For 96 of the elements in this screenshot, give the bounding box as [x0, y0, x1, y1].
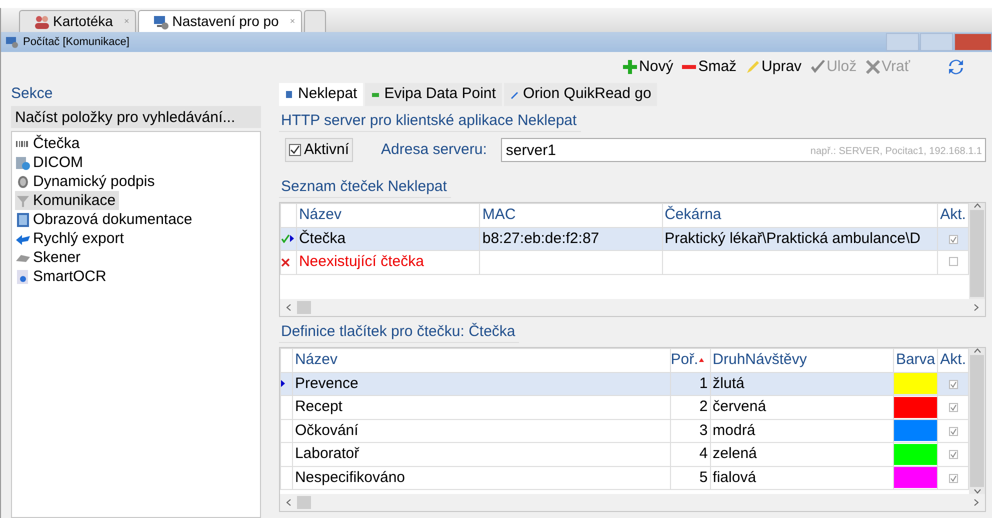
section-item[interactable]: Dynamický podpis: [15, 172, 158, 191]
sort-indicator-icon: [699, 358, 704, 362]
section-item[interactable]: Skener: [15, 248, 84, 267]
vertical-scrollbar[interactable]: [969, 203, 985, 299]
column-header[interactable]: Čekárna: [662, 204, 938, 227]
scroll-right-icon[interactable]: [974, 304, 979, 311]
group-heading: HTTP server pro klientské aplikace Neklepat: [279, 110, 581, 132]
document-tab[interactable]: Kartotéka ×: [19, 10, 136, 32]
active-checkbox[interactable]: [948, 450, 958, 459]
computer-gear-icon: [153, 14, 170, 30]
table-cell: Recept: [292, 396, 670, 419]
tab[interactable]: Evipa Data Point: [365, 83, 502, 106]
table-cell: 5: [670, 466, 710, 490]
table-cell: 1: [670, 372, 710, 396]
group-heading: Definice tlačítek pro čtečku: Čtečka: [279, 321, 520, 343]
scrollbar-thumb[interactable]: [970, 210, 984, 297]
load-items-button[interactable]: Načíst položky pro vyhledávání...: [11, 106, 261, 128]
checkmark-icon: [290, 145, 300, 155]
hint-text: např.: SERVER, Pocitac1, 192.168.1.1: [810, 145, 982, 159]
column-header[interactable]: MAC: [480, 204, 662, 227]
section-item[interactable]: Obrazová dokumentace: [15, 210, 196, 229]
pen-icon: [510, 90, 519, 100]
active-checkbox[interactable]: [948, 380, 958, 388]
active-checkbox[interactable]: [948, 426, 958, 436]
table-cell: 2: [670, 396, 710, 419]
computer-gear-icon: [5, 35, 19, 49]
close-button[interactable]: [954, 33, 992, 51]
fingerprint-icon: [15, 174, 31, 190]
column-header[interactable]: Barva: [893, 348, 938, 372]
pencil-icon: [744, 59, 761, 75]
active-checkbox[interactable]: Aktivní: [285, 138, 354, 162]
scroll-left-icon[interactable]: [286, 304, 291, 311]
tab[interactable]: Neklepat: [279, 83, 364, 106]
table-cell: žlutá: [710, 372, 894, 396]
row-pointer-icon: [282, 380, 285, 388]
table-cell: Neexistující čtečka: [296, 250, 480, 274]
column-header[interactable]: Název: [296, 204, 480, 227]
field-label: Adresa serveru:: [381, 140, 487, 160]
square-icon: [285, 90, 294, 100]
horizontal-scrollbar[interactable]: [280, 299, 985, 316]
table-cell: Prevence: [292, 372, 670, 396]
new-button[interactable]: Nový: [622, 56, 674, 78]
cross-icon: [282, 258, 290, 267]
checkmark-icon: [282, 234, 290, 244]
column-header[interactable]: Název: [292, 348, 670, 372]
document-tab[interactable]: Nastavení pro po ×: [138, 10, 302, 32]
table-cell: Nespecifikováno: [292, 466, 670, 490]
scroll-down-icon[interactable]: [974, 489, 980, 494]
cross-icon: [864, 59, 881, 75]
table-cell: 4: [670, 442, 710, 466]
vertical-scrollbar[interactable]: [969, 348, 985, 494]
scrollbar-thumb[interactable]: [970, 355, 984, 487]
table-cell: fialová: [710, 466, 894, 490]
scrollbar-thumb[interactable]: [297, 496, 311, 509]
scroll-up-icon[interactable]: [974, 348, 980, 353]
refresh-icon: [948, 59, 964, 75]
section-item[interactable]: SmartOCR: [15, 267, 110, 286]
section-item[interactable]: Komunikace: [15, 191, 119, 210]
edit-button[interactable]: Uprav: [744, 56, 802, 78]
table-cell: Čtečka: [296, 227, 480, 250]
table-cell: Praktický lékař\Praktická ambulance\D: [662, 227, 938, 250]
section-item[interactable]: DICOM: [15, 153, 86, 172]
table-cell: b8:27:eb:de:f2:87: [480, 227, 662, 250]
active-checkbox[interactable]: [948, 474, 958, 482]
database-icon: [15, 154, 31, 170]
table-cell: červená: [710, 396, 894, 419]
table-cell: 3: [670, 419, 710, 442]
row-pointer-icon: [290, 235, 294, 242]
horizontal-scrollbar[interactable]: [280, 494, 985, 511]
scroll-up-icon[interactable]: [974, 203, 980, 208]
scroll-right-icon[interactable]: [974, 499, 979, 506]
section-heading: Sekce: [11, 84, 54, 104]
delete-button[interactable]: Smaž: [681, 56, 737, 78]
window-title: Počítač [Komunikace]: [23, 34, 130, 50]
table-cell: Laboratoř: [292, 442, 670, 466]
new-tab-button[interactable]: [304, 10, 326, 32]
table-cell: modrá: [710, 419, 894, 442]
film-icon: [15, 212, 31, 228]
group-heading: Seznam čteček Neklepat: [279, 176, 451, 198]
active-checkbox[interactable]: [948, 234, 958, 244]
table-cell: Očkování: [292, 419, 670, 442]
scroll-left-icon[interactable]: [286, 499, 291, 506]
section-item[interactable]: Čtečka: [15, 134, 83, 153]
column-header[interactable]: Poř.: [670, 348, 710, 372]
column-header[interactable]: DruhNávštěvy: [710, 348, 894, 372]
section-item[interactable]: Rychlý export: [15, 229, 127, 248]
active-checkbox[interactable]: [948, 257, 958, 266]
scrollbar-thumb[interactable]: [297, 301, 311, 314]
table-cell: zelená: [710, 442, 894, 466]
document-icon: [15, 268, 31, 284]
plus-icon: [622, 59, 638, 75]
checkmark-icon: [810, 59, 826, 75]
active-checkbox[interactable]: [948, 403, 958, 412]
people-icon: [34, 14, 50, 30]
tab[interactable]: Orion QuikRead go: [504, 83, 658, 106]
refresh-button[interactable]: [948, 59, 964, 75]
